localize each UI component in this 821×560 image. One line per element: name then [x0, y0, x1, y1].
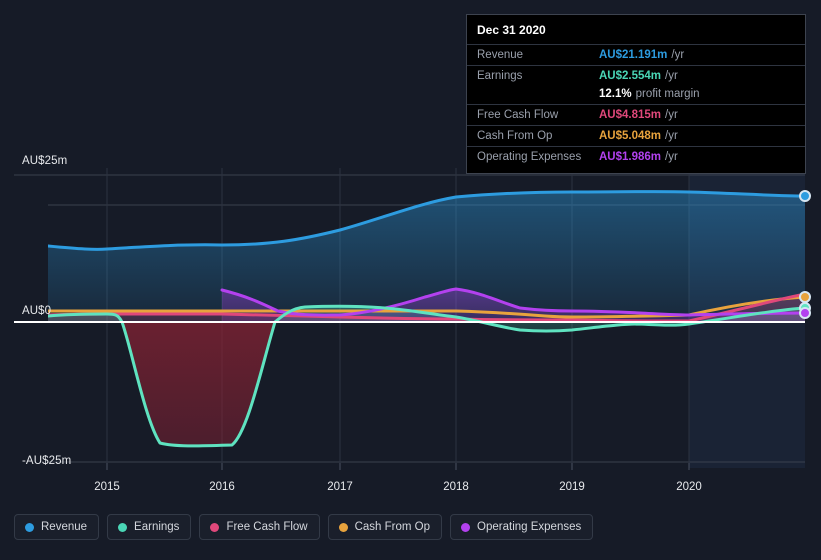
tooltip-value-earnings: AU$2.554m	[599, 70, 662, 82]
tooltip-key-earnings: Earnings	[477, 70, 523, 82]
tooltip-value-operating-expenses: AU$1.986m	[599, 151, 662, 163]
x-axis-ticks	[106, 463, 690, 470]
tooltip-value-cash-from-op: AU$5.048m	[599, 130, 662, 142]
opex-endpoint	[799, 307, 811, 319]
tooltip-key-operating-expenses: Operating Expenses	[477, 151, 582, 163]
tooltip-key-revenue: Revenue	[477, 49, 524, 61]
legend-dot-operating-expenses	[461, 522, 471, 532]
revenue-endpoint	[799, 190, 811, 202]
legend-label-free-cash-flow: Free Cash Flow	[226, 521, 308, 533]
legend-item-cash-from-op[interactable]: Cash From Op	[327, 514, 443, 540]
tooltip-row-earnings: Earnings AU$2.554m /yr	[467, 65, 805, 86]
legend-label-operating-expenses: Operating Expenses	[477, 521, 582, 533]
legend-label-earnings: Earnings	[134, 521, 180, 533]
earnings-negative-area	[122, 322, 275, 446]
legend-label-revenue: Revenue	[41, 521, 88, 533]
legend-dot-free-cash-flow	[210, 522, 220, 532]
chart-tooltip: Dec 31 2020 Revenue AU$21.191m /yr Earni…	[466, 14, 806, 174]
legend-dot-revenue	[25, 522, 34, 532]
tooltip-suffix-earnings: /yr	[665, 70, 678, 82]
tooltip-value-revenue: AU$21.191m	[599, 49, 668, 61]
legend-item-earnings[interactable]: Earnings	[107, 514, 192, 540]
tooltip-row-operating-expenses: Operating Expenses AU$1.986m /yr	[467, 146, 805, 167]
chart-legend: Revenue Earnings Free Cash Flow Cash Fro…	[14, 514, 594, 540]
tooltip-suffix-revenue: /yr	[671, 49, 685, 61]
tooltip-row-revenue: Revenue AU$21.191m /yr	[467, 44, 805, 65]
tooltip-suffix-profit-margin: profit margin	[635, 88, 700, 100]
tooltip-key-free-cash-flow: Free Cash Flow	[477, 109, 559, 121]
tooltip-value-free-cash-flow: AU$4.815m	[599, 109, 662, 121]
tooltip-key-cash-from-op: Cash From Op	[477, 130, 553, 142]
tooltip-row-profit-margin: 12.1% profit margin	[467, 86, 805, 104]
legend-item-operating-expenses[interactable]: Operating Expenses	[450, 514, 594, 540]
tooltip-row-free-cash-flow: Free Cash Flow AU$4.815m /yr	[467, 104, 805, 125]
tooltip-date: Dec 31 2020	[477, 23, 546, 37]
tooltip-value-profit-margin: 12.1%	[599, 88, 632, 100]
cashfromop-endpoint	[799, 291, 811, 303]
legend-label-cash-from-op: Cash From Op	[354, 521, 431, 533]
legend-dot-cash-from-op	[338, 522, 348, 532]
legend-item-revenue[interactable]: Revenue	[14, 514, 100, 540]
chart-page: AU$25m AU$0 -AU$25m 2015 2016 2017 2018 …	[0, 0, 821, 560]
legend-item-free-cash-flow[interactable]: Free Cash Flow	[199, 514, 320, 540]
tooltip-suffix-operating-expenses: /yr	[665, 151, 678, 163]
tooltip-suffix-free-cash-flow: /yr	[665, 109, 678, 121]
legend-dot-earnings	[118, 522, 128, 532]
tooltip-suffix-cash-from-op: /yr	[665, 130, 678, 142]
tooltip-row-cash-from-op: Cash From Op AU$5.048m /yr	[467, 125, 805, 146]
tooltip-key-profit-margin	[477, 87, 599, 101]
